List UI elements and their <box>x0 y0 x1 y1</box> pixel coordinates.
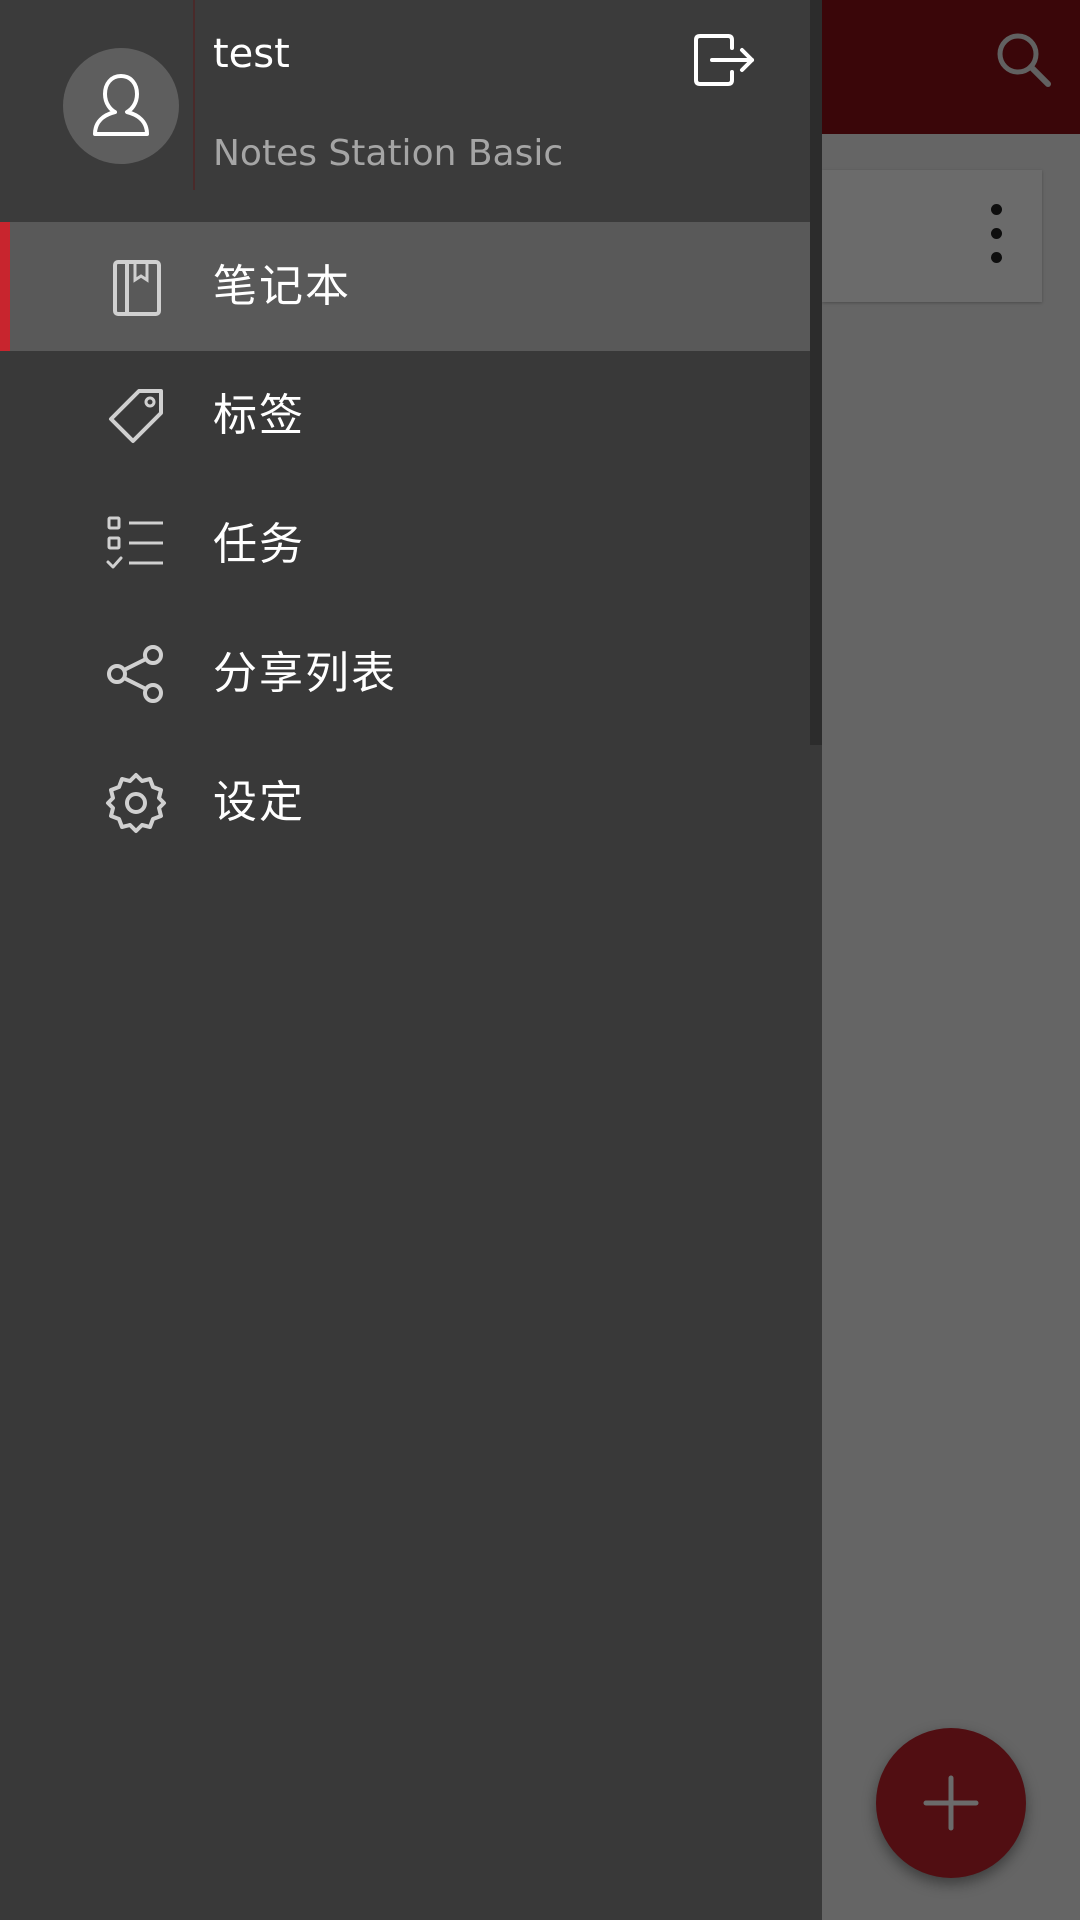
app-name: Notes Station Basic <box>213 133 564 174</box>
tag-icon <box>109 389 163 443</box>
navigation-drawer: test Notes Station Basic 笔记本 标签 任务 分享列表 … <box>0 0 822 1920</box>
drawer-item-tags[interactable]: 标签 <box>0 351 810 480</box>
drawer-menu: 笔记本 标签 任务 分享列表 设定 <box>0 222 810 867</box>
drawer-item-tasks[interactable]: 任务 <box>0 480 810 609</box>
screen: test Notes Station Basic 笔记本 标签 任务 分享列表 … <box>0 0 1080 1920</box>
logout-icon[interactable] <box>690 30 758 90</box>
avatar <box>63 48 179 164</box>
drawer-item-label: 标签 <box>213 390 305 441</box>
drawer-item-label: 设定 <box>213 777 305 828</box>
share-icon <box>107 645 163 703</box>
drawer-header: test Notes Station Basic <box>0 0 810 222</box>
drawer-item-label: 笔记本 <box>213 261 351 312</box>
user-icon <box>93 74 149 136</box>
drawer-item-label: 任务 <box>213 519 305 570</box>
task-list-icon <box>106 516 163 569</box>
drawer-scrollbar[interactable] <box>810 0 822 745</box>
settings-gear-icon <box>106 773 166 833</box>
header-divider <box>193 0 195 190</box>
drawer-item-share-list[interactable]: 分享列表 <box>0 609 810 738</box>
drawer-item-label: 分享列表 <box>213 648 397 699</box>
drawer-item-settings[interactable]: 设定 <box>0 738 810 867</box>
notebook-icon <box>113 260 161 316</box>
username: test <box>213 31 290 77</box>
drawer-item-notebook[interactable]: 笔记本 <box>0 222 810 351</box>
